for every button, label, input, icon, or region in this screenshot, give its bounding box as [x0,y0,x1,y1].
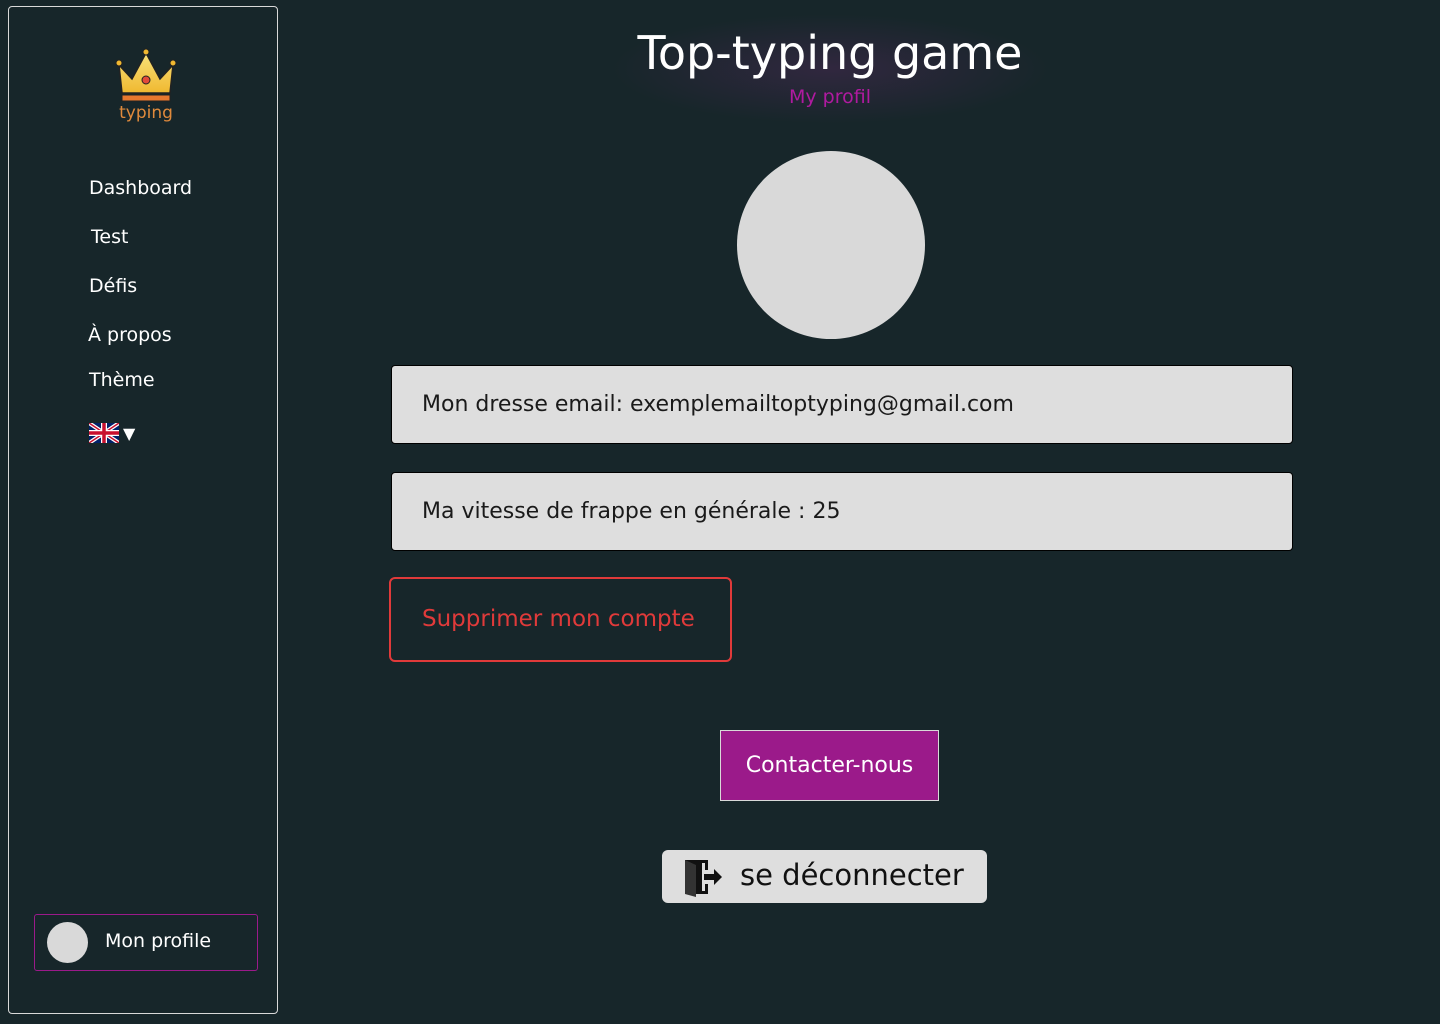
chevron-down-icon: ▼ [123,423,136,443]
my-profile-button[interactable]: Mon profile [34,914,258,971]
crown-icon [115,48,177,102]
uk-flag-icon [89,423,119,443]
sidebar: typing Dashboard Test Défis À propos Thè… [8,6,278,1014]
logo[interactable]: typing [115,47,177,127]
logout-button[interactable]: se déconnecter [662,850,987,903]
sidebar-item-theme[interactable]: Thème [89,369,155,391]
email-field: Mon dresse email: exemplemailtoptyping@g… [391,365,1293,444]
app-page: typing Dashboard Test Défis À propos Thè… [0,0,1440,1024]
logout-label: se déconnecter [740,858,964,892]
sidebar-item-defis[interactable]: Défis [89,275,137,297]
profile-avatar[interactable] [737,151,925,339]
logo-text: typing [119,103,173,123]
logout-icon [685,860,722,897]
page-subtitle: My profil [788,86,871,108]
page-header: Top-typing game My profil [610,14,1050,124]
sidebar-item-dashboard[interactable]: Dashboard [89,177,192,199]
sidebar-item-a-propos[interactable]: À propos [88,324,172,346]
contact-us-button[interactable]: Contacter-nous [720,730,939,801]
typing-speed-field: Ma vitesse de frappe en générale : 25 [391,472,1293,551]
page-title: Top-typing game [637,26,1023,80]
language-selector[interactable]: ▼ [89,423,135,443]
avatar [47,922,88,963]
sidebar-item-test[interactable]: Test [91,226,128,248]
delete-account-button[interactable]: Supprimer mon compte [389,577,732,662]
my-profile-label: Mon profile [105,930,212,952]
